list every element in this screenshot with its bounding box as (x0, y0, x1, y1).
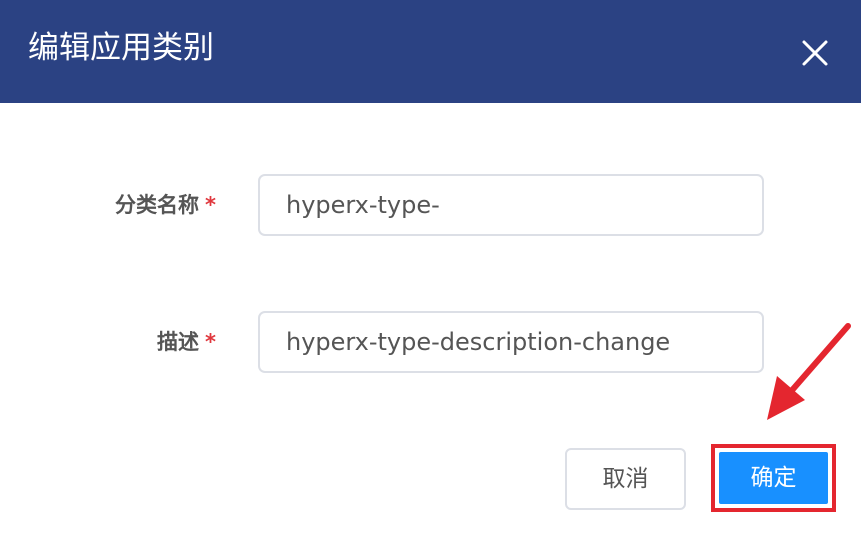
edit-category-dialog: 编辑应用类别 分类名称* 描述* 取消 确定 (0, 0, 861, 536)
form-row-category-name: 分类名称 * (0, 174, 861, 236)
description-label-text: 描述 (157, 330, 200, 354)
required-mark: * (205, 330, 216, 354)
required-mark: * (205, 193, 216, 217)
category-name-input[interactable] (258, 174, 764, 236)
close-button[interactable] (795, 33, 835, 73)
cancel-button[interactable]: 取消 (565, 448, 686, 510)
form-row-description: 描述 * (0, 311, 861, 373)
description-input[interactable] (258, 311, 764, 373)
category-name-label: 分类名称 * (115, 174, 216, 236)
category-name-label-text: 分类名称 (115, 193, 200, 217)
annotation-arrow-icon (767, 323, 851, 420)
confirm-button[interactable]: 确定 (719, 452, 828, 504)
description-label: 描述 * (157, 311, 216, 373)
dialog-header: 编辑应用类别 (0, 0, 861, 103)
close-icon (802, 40, 828, 66)
dialog-title: 编辑应用类别 (28, 30, 214, 66)
